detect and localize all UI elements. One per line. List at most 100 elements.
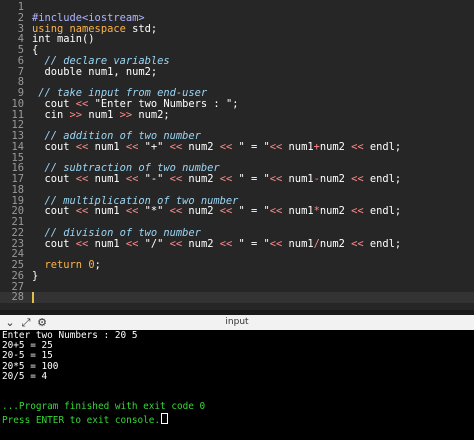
- code-line[interactable]: 28: [0, 291, 474, 304]
- code-token: <<: [75, 173, 89, 185]
- code-token: num2: [319, 173, 352, 185]
- code-token: " = ": [232, 173, 270, 185]
- expand-icon[interactable]: ⤢: [19, 316, 33, 329]
- code-token: <<: [269, 173, 283, 185]
- output-panel-header: input ⌄ ⤢ ⚙: [0, 315, 474, 331]
- code-text: cout << num1 << "/" << num2 << " = "<< n…: [32, 237, 402, 250]
- code-token: num2: [182, 140, 220, 153]
- code-token: num1: [282, 237, 314, 250]
- code-text: cout << num1 << "+" << num2 << " = "<< n…: [32, 140, 402, 153]
- code-token: num2;: [132, 108, 170, 121]
- code-token: cout: [32, 140, 76, 153]
- console-line: 20/5 = 4: [2, 370, 48, 382]
- code-line[interactable]: 14 cout << num1 << "+" << num2 << " = "<…: [0, 140, 474, 153]
- code-line[interactable]: 25 return 0;: [0, 260, 474, 271]
- code-token: std;: [125, 22, 158, 35]
- code-token: <<: [269, 205, 283, 218]
- console-line-text: Press ENTER to exit console.: [2, 414, 161, 426]
- code-line[interactable]: 4 int main(): [0, 34, 474, 45]
- code-line[interactable]: 11 cin >> num1 >> num2;: [0, 108, 474, 121]
- console-line: ...Program finished with exit code 0: [2, 402, 205, 412]
- code-token: <<: [75, 140, 89, 153]
- settings-icon[interactable]: ⚙: [35, 316, 49, 329]
- code-token: num1: [282, 173, 314, 185]
- code-text: return 0;: [32, 260, 101, 271]
- line-number: 1: [17, 1, 24, 13]
- code-token: <<: [125, 140, 139, 153]
- code-token: <<: [351, 205, 364, 218]
- line-number: 18: [11, 183, 24, 196]
- code-editor[interactable]: 1 2 #include<iostream> 3 using namespace std…: [0, 0, 474, 310]
- code-token: "-": [138, 173, 170, 185]
- code-token: cin: [32, 108, 70, 121]
- code-token: int main(): [32, 33, 95, 46]
- code-line[interactable]: 26}: [0, 269, 474, 282]
- line-number: 25: [11, 259, 24, 271]
- code-token: <<: [75, 205, 89, 218]
- code-token: cout: [32, 173, 76, 185]
- line-number: 14: [11, 140, 24, 153]
- code-token: endl;: [363, 205, 402, 218]
- code-token: " = ": [232, 237, 270, 250]
- code-line[interactable]: 20 cout << num1 << "*" << num2 << " = "<…: [0, 206, 474, 217]
- code-token: num1: [82, 108, 120, 121]
- code-token: return: [44, 259, 83, 271]
- code-token: >>: [119, 108, 133, 121]
- code-text: double num1, num2;: [32, 65, 158, 78]
- code-token: <<: [269, 237, 283, 250]
- code-text: cout << num1 << "-" << num2 << " = "<< n…: [32, 173, 402, 185]
- code-token: <<: [169, 205, 183, 218]
- line-number: 5: [17, 44, 24, 56]
- console-line-text: ...Program finished with exit code 0: [2, 401, 206, 413]
- console-line: Press ENTER to exit console.: [2, 412, 169, 426]
- code-line[interactable]: 17 cout << num1 << "-" << num2 << " = "<…: [0, 174, 474, 185]
- line-number: 28: [11, 291, 24, 304]
- code-token: num2: [182, 205, 220, 218]
- code-token: "+": [138, 140, 170, 153]
- code-text: int main(): [32, 34, 95, 45]
- code-token: <<: [125, 205, 139, 218]
- code-token: num2: [182, 173, 220, 185]
- terminal-cursor: [161, 412, 169, 424]
- code-token: endl;: [363, 173, 402, 185]
- code-token: "/": [138, 237, 170, 250]
- code-token: num2: [319, 237, 352, 250]
- code-token: <<: [169, 237, 183, 250]
- code-token: num2: [319, 140, 352, 153]
- line-number: 13: [11, 130, 24, 142]
- line-number: 9: [17, 87, 24, 99]
- code-token: num1: [282, 205, 314, 218]
- code-line[interactable]: 27: [0, 281, 474, 293]
- code-line[interactable]: 7 double num1, num2;: [0, 65, 474, 78]
- code-token: endl;: [363, 140, 402, 153]
- code-token: num2: [319, 205, 352, 218]
- code-token: num1: [88, 173, 126, 185]
- line-number: 6: [17, 54, 24, 67]
- code-token: num1: [282, 140, 314, 153]
- chevron-down-icon[interactable]: ⌄: [3, 316, 17, 329]
- code-text: cin >> num1 >> num2;: [32, 108, 170, 121]
- code-token: <<: [219, 173, 233, 185]
- code-token: " = ": [232, 140, 270, 153]
- panel-title: input: [225, 317, 249, 327]
- code-line[interactable]: 23 cout << num1 << "/" << num2 << " = "<…: [0, 237, 474, 250]
- code-token: <<: [219, 237, 233, 250]
- code-token: }: [32, 269, 39, 282]
- code-text: }: [32, 269, 39, 282]
- line-number: 22: [11, 226, 24, 239]
- code-token: endl;: [363, 237, 402, 250]
- code-token: "*": [138, 205, 170, 218]
- code-token: <<: [125, 173, 139, 185]
- line-number: 2: [17, 11, 24, 24]
- code-token: num1: [88, 140, 126, 153]
- code-token: double num1, num2;: [32, 65, 158, 78]
- console-output[interactable]: Enter two Numbers : 20 5 20+5 = 25 20-5 = …: [0, 330, 474, 440]
- line-number: 21: [11, 216, 24, 228]
- console-line-text: 20/5 = 4: [2, 370, 48, 382]
- code-token: num2: [182, 237, 220, 250]
- code-token: cout: [32, 237, 76, 250]
- code-token: <<: [75, 237, 89, 250]
- code-token: cout: [32, 205, 76, 218]
- code-token: num1: [88, 237, 126, 250]
- code-token: >>: [69, 108, 83, 121]
